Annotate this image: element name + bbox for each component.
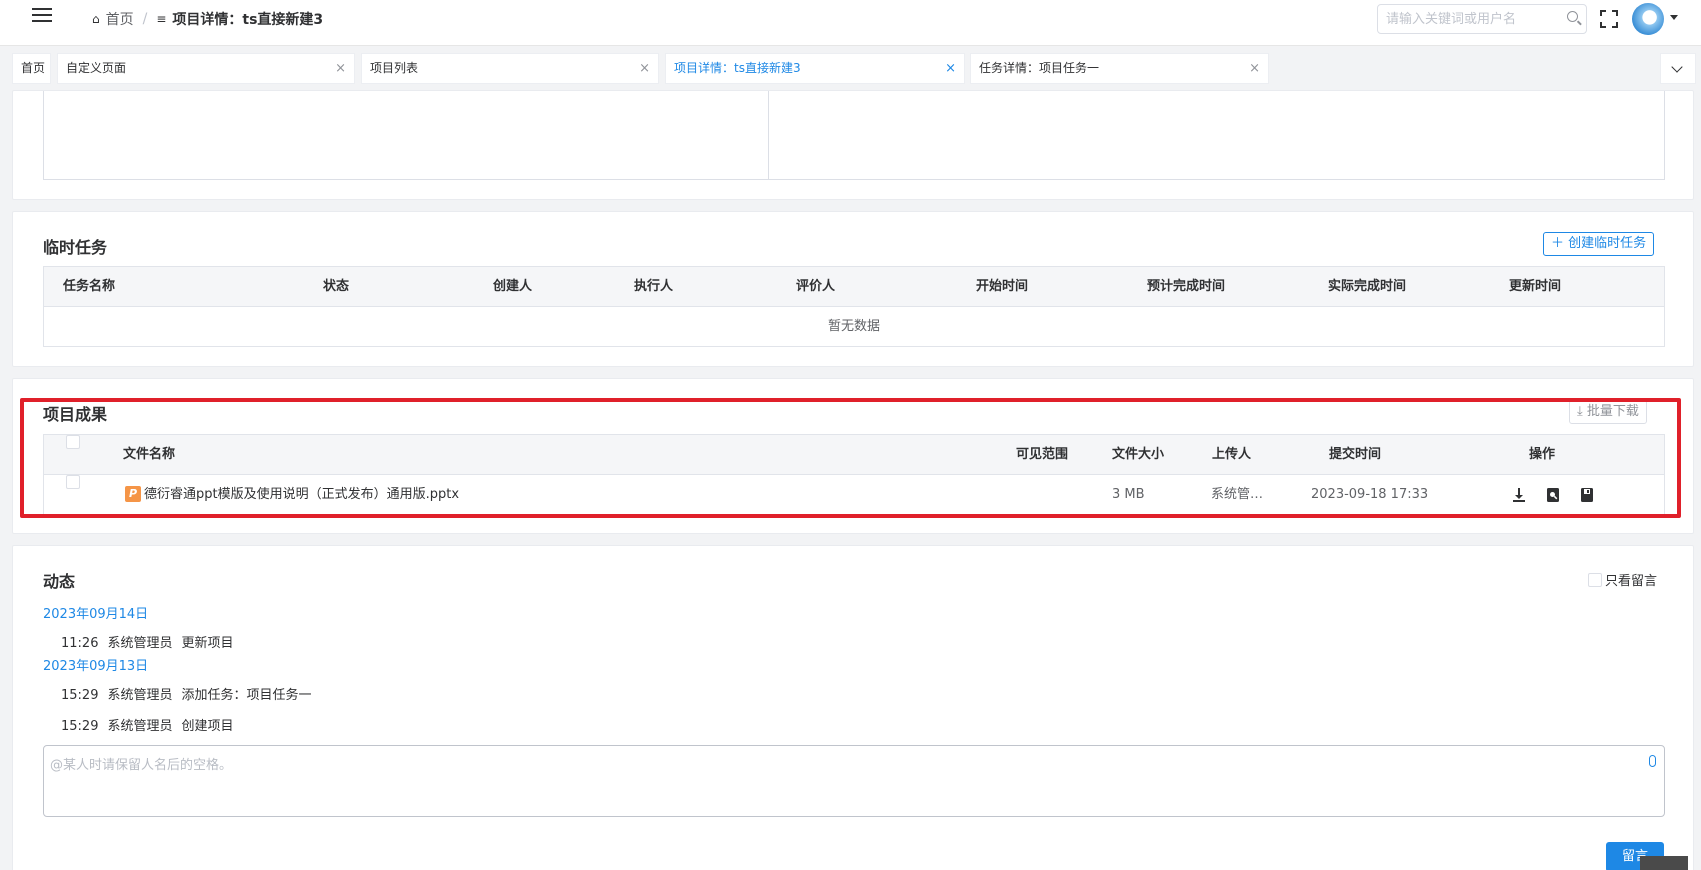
breadcrumb-home[interactable]: 首页 [106, 9, 134, 29]
table-header: 文件名称 可见范围 文件大小 上传人 提交时间 操作 [44, 435, 1664, 475]
column-header: 可见范围 [1016, 447, 1069, 462]
tab-label: 项目列表 [370, 61, 419, 75]
column-header: 更新时间 [1509, 279, 1562, 294]
temp-tasks-title: 临时任务 [43, 238, 108, 257]
tab-label: 首页 [21, 61, 46, 75]
search-icon[interactable] [1567, 11, 1578, 22]
plus-icon: ＋ [1551, 236, 1569, 251]
search-box [1377, 4, 1587, 34]
batch-download-button[interactable]: ⤓ 批量下载 [1569, 400, 1647, 424]
file-name-cell[interactable]: P 德衍睿通ppt模版及使用说明（正式发布）通用版.pptx [125, 475, 459, 515]
column-header: 评价人 [796, 279, 836, 294]
fullscreen-icon[interactable] [1600, 10, 1618, 28]
results-table: 文件名称 可见范围 文件大小 上传人 提交时间 操作 P 德衍睿通ppt模版及使用… [43, 434, 1665, 516]
ppt-file-icon: P [125, 485, 141, 502]
column-header: 开始时间 [976, 279, 1029, 294]
entry-action: 更新项目 [181, 636, 234, 651]
avatar[interactable] [1632, 3, 1664, 35]
empty-state: 暂无数据 [827, 319, 880, 334]
previous-section-box [43, 91, 1665, 180]
entry-time: 11:26 [61, 636, 99, 651]
entry-user: 系统管理员 [107, 636, 173, 651]
home-icon: ⌂ [92, 12, 100, 26]
download-icon: ⤓ [1577, 404, 1587, 419]
entry-user: 系统管理员 [107, 688, 173, 703]
activity-title: 动态 [43, 572, 76, 591]
top-header: ⌂ 首页 / ≡ 项目详情：ts直接新建3 [0, 0, 1701, 46]
column-header: 创建人 [493, 279, 533, 294]
row-checkbox[interactable] [66, 475, 80, 489]
close-icon[interactable]: × [1249, 54, 1260, 83]
activity-date: 2023年09月14日 [43, 607, 149, 622]
hamburger-icon[interactable] [32, 8, 52, 24]
tab-project-detail[interactable]: 项目详情：ts直接新建3 × [665, 53, 965, 84]
entry-time: 15:29 [61, 719, 99, 734]
tab-label: 自定义页面 [66, 61, 127, 75]
file-size-cell: 3 MB [1112, 487, 1145, 502]
tabs-dropdown-button[interactable] [1660, 53, 1696, 84]
filter-icon: ≡ [156, 12, 167, 26]
column-header: 预计完成时间 [1147, 279, 1226, 294]
column-header: 文件大小 [1112, 447, 1165, 462]
column-header: 执行人 [634, 279, 674, 294]
tab-task-detail[interactable]: 任务详情：项目任务一 × [970, 53, 1269, 84]
preview-icon[interactable] [1545, 487, 1561, 503]
close-icon[interactable]: × [945, 54, 956, 83]
temp-tasks-table: 任务名称 状态 创建人 执行人 评价人 开始时间 预计完成时间 实际完成时间 更… [43, 266, 1665, 347]
temp-tasks-card: 临时任务 ＋ 创建临时任务 任务名称 状态 创建人 执行人 评价人 开始时间 预… [12, 211, 1694, 367]
column-header: 实际完成时间 [1328, 279, 1407, 294]
save-icon[interactable] [1579, 487, 1595, 503]
comment-box [43, 745, 1665, 817]
project-results-title: 项目成果 [43, 405, 108, 424]
tab-label: 项目详情：ts直接新建3 [674, 61, 801, 75]
column-header: 任务名称 [63, 279, 116, 294]
entry-action: 添加任务：项目任务一 [181, 688, 312, 703]
paperclip-icon[interactable] [1649, 755, 1656, 767]
previous-section-card [12, 90, 1694, 200]
column-header: 上传人 [1212, 447, 1252, 462]
table-header: 任务名称 状态 创建人 执行人 评价人 开始时间 预计完成时间 实际完成时间 更… [44, 267, 1664, 307]
entry-action: 创建项目 [181, 719, 234, 734]
floating-overlay [1640, 856, 1688, 870]
uploader-cell: 系统管… [1211, 487, 1264, 502]
search-input[interactable] [1378, 5, 1558, 33]
activity-entry: 15:29 系统管理员 添加任务：项目任务一 [61, 684, 321, 703]
activity-entry: 15:29 系统管理员 创建项目 [61, 715, 243, 734]
column-header: 文件名称 [123, 447, 176, 462]
column-header: 状态 [323, 279, 350, 294]
table-row: P 德衍睿通ppt模版及使用说明（正式发布）通用版.pptx 3 MB 系统管… … [44, 475, 1664, 515]
only-comments-toggle[interactable]: 只看留言 [1588, 570, 1657, 589]
create-temp-task-button[interactable]: ＋ 创建临时任务 [1543, 232, 1655, 256]
chevron-down-icon[interactable] [1670, 15, 1678, 20]
close-icon[interactable]: × [639, 54, 650, 83]
column-header: 提交时间 [1329, 447, 1382, 462]
tab-label: 任务详情：项目任务一 [979, 61, 1100, 75]
batch-download-label: 批量下载 [1586, 404, 1639, 419]
submitted-time-cell: 2023-09-18 17:33 [1311, 487, 1429, 502]
tab-bar: 首页 自定义页面 × 项目列表 × 项目详情：ts直接新建3 × 任务详情：项目任务一… [0, 47, 1701, 89]
activity-card: 动态 只看留言 2023年09月14日 11:26 系统管理员 更新项目 2023年… [12, 545, 1694, 870]
create-temp-task-label: 创建临时任务 [1568, 236, 1647, 251]
entry-user: 系统管理员 [107, 719, 173, 734]
breadcrumb-current: 项目详情：ts直接新建3 [172, 12, 324, 28]
tab-custom-page[interactable]: 自定义页面 × [57, 53, 355, 84]
file-name: 德衍睿通ppt模版及使用说明（正式发布）通用版.pptx [144, 487, 460, 502]
project-results-card: 项目成果 ⤓ 批量下载 文件名称 可见范围 文件大小 上传人 提交时间 操作 P… [12, 378, 1694, 534]
close-icon[interactable]: × [335, 54, 346, 83]
divider [768, 91, 769, 179]
only-comments-label: 只看留言 [1605, 574, 1658, 589]
download-icon[interactable] [1511, 487, 1527, 503]
tab-project-list[interactable]: 项目列表 × [361, 53, 659, 84]
only-comments-checkbox[interactable] [1588, 572, 1602, 587]
breadcrumb: ⌂ 首页 / ≡ 项目详情：ts直接新建3 [92, 9, 323, 29]
select-all-checkbox[interactable] [66, 435, 80, 449]
column-header: 操作 [1529, 447, 1556, 462]
tab-home[interactable]: 首页 [12, 53, 51, 84]
activity-entry: 11:26 系统管理员 更新项目 [61, 632, 243, 651]
activity-date: 2023年09月13日 [43, 659, 149, 674]
comment-input[interactable] [44, 746, 1664, 816]
breadcrumb-separator: / [142, 11, 148, 27]
entry-time: 15:29 [61, 688, 99, 703]
